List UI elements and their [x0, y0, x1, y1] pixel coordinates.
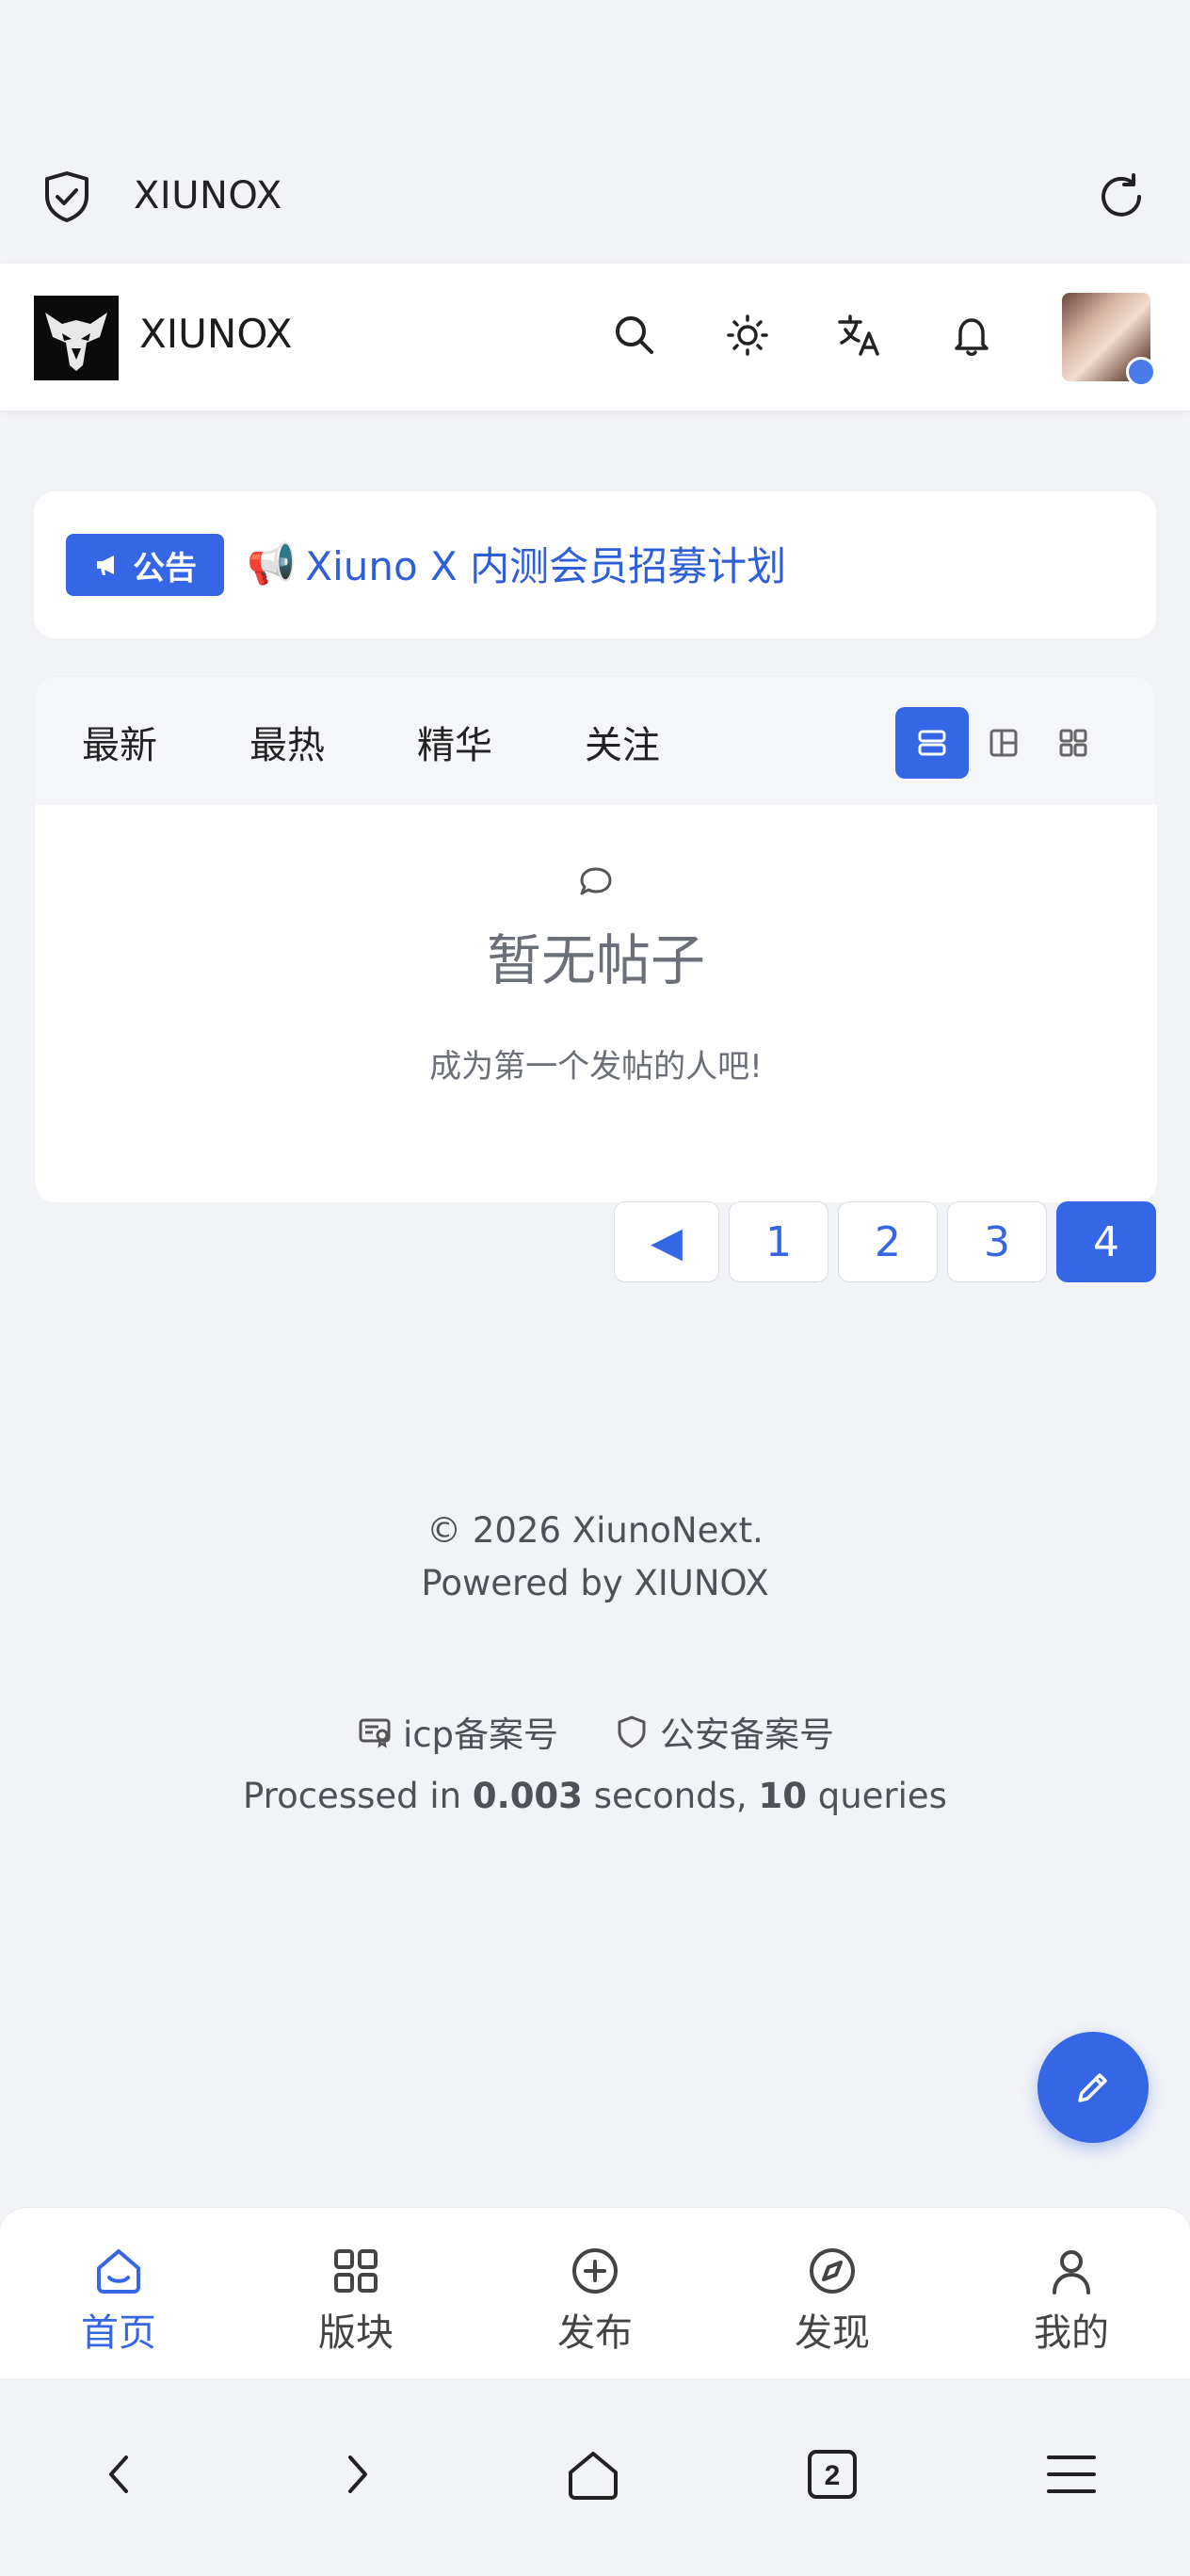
list-view-icon[interactable] — [895, 707, 969, 779]
page-2-button[interactable]: 2 — [838, 1201, 938, 1282]
announcement-tag: 公告 — [66, 534, 224, 596]
tab-following[interactable]: 关注 — [585, 715, 660, 769]
bottom-nav: 首页 版块 发布 发现 我的 — [0, 2207, 1190, 2378]
empty-state: 暂无帖子 成为第一个发帖的人吧! — [35, 805, 1157, 1202]
announcement-tag-label: 公告 — [133, 549, 197, 588]
sun-icon[interactable] — [721, 309, 774, 362]
empty-subtitle: 成为第一个发帖的人吧! — [429, 1048, 763, 1086]
tab-count: 2 — [825, 2460, 841, 2491]
shield-check-icon[interactable] — [38, 168, 96, 226]
reload-icon[interactable] — [1092, 168, 1150, 226]
stats-queries: 10 — [758, 1776, 807, 1816]
plus-circle-icon — [572, 2248, 618, 2294]
tab-hot[interactable]: 最热 — [249, 715, 325, 769]
nav-mine[interactable]: 我的 — [996, 2244, 1147, 2357]
tab-latest[interactable]: 最新 — [82, 715, 157, 769]
site-header: XIUNOX — [0, 264, 1190, 411]
footer-powered-by[interactable]: Powered by XIUNOX — [0, 1563, 1190, 1603]
stats-prefix: Processed in — [243, 1776, 473, 1816]
grid-view-icon[interactable] — [1037, 707, 1110, 779]
stats-queries-suffix: queries — [806, 1776, 947, 1816]
browser-top-bar: XIUNOX — [0, 0, 1190, 264]
nav-home[interactable]: 首页 — [43, 2244, 194, 2357]
nav-boards-label: 版块 — [318, 2311, 394, 2355]
nav-discover-label: 发现 — [795, 2311, 870, 2355]
grid-icon — [334, 2249, 378, 2293]
forward-icon[interactable] — [326, 2444, 386, 2504]
footer-stats: Processed in 0.003 seconds, 10 queries — [0, 1776, 1190, 1816]
loudspeaker-icon: 📢 — [247, 539, 297, 587]
compass-icon — [810, 2248, 855, 2294]
icp-link[interactable]: icp备案号 — [356, 1706, 558, 1757]
page-1-button[interactable]: 1 — [729, 1201, 828, 1282]
footer-copyright: © 2026 XiunoNext. — [426, 1510, 764, 1551]
address-bar-text[interactable]: XIUNOX — [134, 174, 282, 217]
nav-discover[interactable]: 发现 — [757, 2244, 908, 2357]
police-record-label[interactable]: 公安备案号 — [660, 1706, 834, 1757]
back-icon[interactable] — [90, 2444, 151, 2504]
thread-list-card: 最新 最热 精华 关注 暂无帖子 成为第一个发帖的人吧! — [34, 676, 1157, 1202]
avatar-status-badge — [1126, 357, 1156, 387]
new-post-fab[interactable] — [1037, 2032, 1149, 2143]
translate-icon[interactable] — [832, 309, 885, 362]
home-icon — [97, 2249, 140, 2294]
tab-featured[interactable]: 精华 — [417, 715, 492, 769]
stats-seconds-suffix: seconds, — [582, 1776, 759, 1816]
megaphone-icon — [97, 555, 114, 575]
search-icon[interactable] — [608, 309, 661, 362]
site-logo[interactable] — [34, 296, 119, 380]
nav-boards[interactable]: 版块 — [281, 2244, 431, 2357]
police-record-link[interactable]: 公安备案号 — [613, 1706, 834, 1757]
pencil-icon — [1078, 2073, 1107, 2102]
nav-publish[interactable]: 发布 — [520, 2244, 670, 2357]
nav-home-label: 首页 — [81, 2311, 156, 2355]
user-icon — [1053, 2250, 1090, 2294]
card-view-icon[interactable] — [967, 707, 1040, 779]
tabs-icon[interactable]: 2 — [802, 2444, 862, 2504]
stats-seconds: 0.003 — [472, 1776, 583, 1816]
announcement-bar[interactable]: 公告 📢 Xiuno X 内测会员招募计划 — [34, 491, 1156, 638]
view-mode-toggle — [895, 707, 1114, 779]
empty-title: 暂无帖子 — [486, 928, 705, 992]
nav-mine-label: 我的 — [1034, 2311, 1109, 2355]
avatar[interactable] — [1062, 293, 1156, 387]
bell-icon[interactable] — [945, 309, 998, 362]
announcement-text[interactable]: Xiuno X 内测会员招募计划 — [305, 535, 786, 592]
icp-label[interactable]: icp备案号 — [403, 1706, 558, 1757]
announcement-link[interactable]: 📢 Xiuno X 内测会员招募计划 — [247, 535, 786, 592]
shield-icon — [618, 1715, 646, 1748]
certificate-icon — [359, 1718, 391, 1748]
footer-links: icp备案号 公安备案号 — [0, 1706, 1190, 1757]
menu-icon[interactable] — [1041, 2444, 1102, 2504]
prev-page-button[interactable]: ◀ — [614, 1201, 719, 1282]
site-name[interactable]: XIUNOX — [139, 311, 292, 357]
chat-bubble-icon — [575, 861, 617, 903]
browser-bottom-bar: 2 — [0, 2378, 1190, 2576]
page-3-button[interactable]: 3 — [947, 1201, 1047, 1282]
nav-publish-label: 发布 — [557, 2311, 633, 2355]
page-4-button[interactable]: 4 — [1056, 1201, 1156, 1282]
home-button-icon[interactable] — [563, 2444, 623, 2504]
